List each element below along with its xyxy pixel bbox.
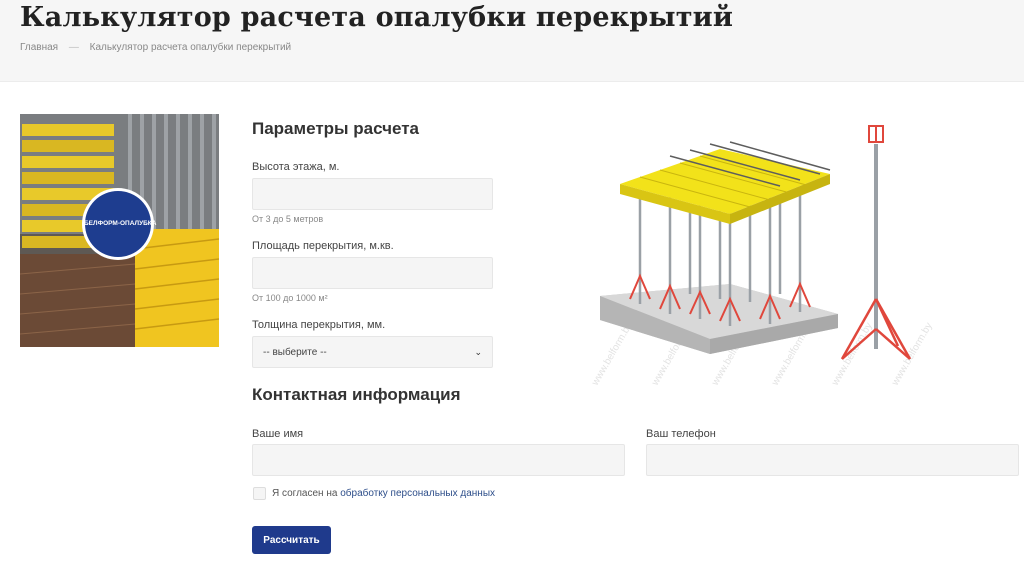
page-header: Калькулятор расчета опалубки перекрытий … — [0, 0, 1024, 82]
photo-badge-text: БЕЛФОРМ-ОПАЛУБКА — [84, 220, 157, 227]
phone-label: Ваш телефон — [646, 428, 716, 440]
privacy-policy-link[interactable]: обработку персональных данных — [340, 488, 495, 499]
chevron-down-icon: ⌄ — [474, 346, 482, 357]
breadcrumb-home-link[interactable]: Главная — [20, 42, 58, 53]
breadcrumb: Главная — Калькулятор расчета опалубки п… — [20, 42, 291, 53]
calculate-button[interactable]: Рассчитать — [252, 526, 331, 554]
thickness-select[interactable]: -- выберите -- ⌄ — [252, 336, 493, 368]
params-section-title: Параметры расчета — [252, 119, 420, 138]
height-label: Высота этажа, м. — [252, 161, 340, 173]
formwork-illustration: www.belform.by www.belform.by www.belfor… — [580, 114, 960, 388]
consent-prefix: Я согласен на — [272, 488, 341, 499]
phone-input[interactable] — [646, 444, 1019, 476]
product-photo: БЕЛФОРМ-ОПАЛУБКА — [20, 114, 219, 347]
name-label: Ваше имя — [252, 428, 304, 440]
height-hint: От 3 до 5 метров — [252, 214, 324, 224]
name-input[interactable] — [252, 444, 625, 476]
area-label: Площадь перекрытия, м.кв. — [252, 240, 394, 252]
consent-text: Я согласен на обработку персональных дан… — [272, 488, 495, 499]
contact-section-title: Контактная информация — [252, 385, 461, 404]
breadcrumb-current: Калькулятор расчета опалубки перекрытий — [89, 42, 292, 53]
consent-checkbox[interactable] — [253, 487, 266, 500]
height-input[interactable] — [252, 178, 493, 210]
area-hint: От 100 до 1000 м² — [252, 293, 328, 303]
breadcrumb-separator: — — [68, 42, 79, 53]
thickness-selected-value: -- выберите -- — [263, 346, 327, 358]
thickness-label: Толщина перекрытия, мм. — [252, 319, 386, 331]
page-title: Калькулятор расчета опалубки перекрытий — [20, 2, 734, 33]
area-input[interactable] — [252, 257, 493, 289]
